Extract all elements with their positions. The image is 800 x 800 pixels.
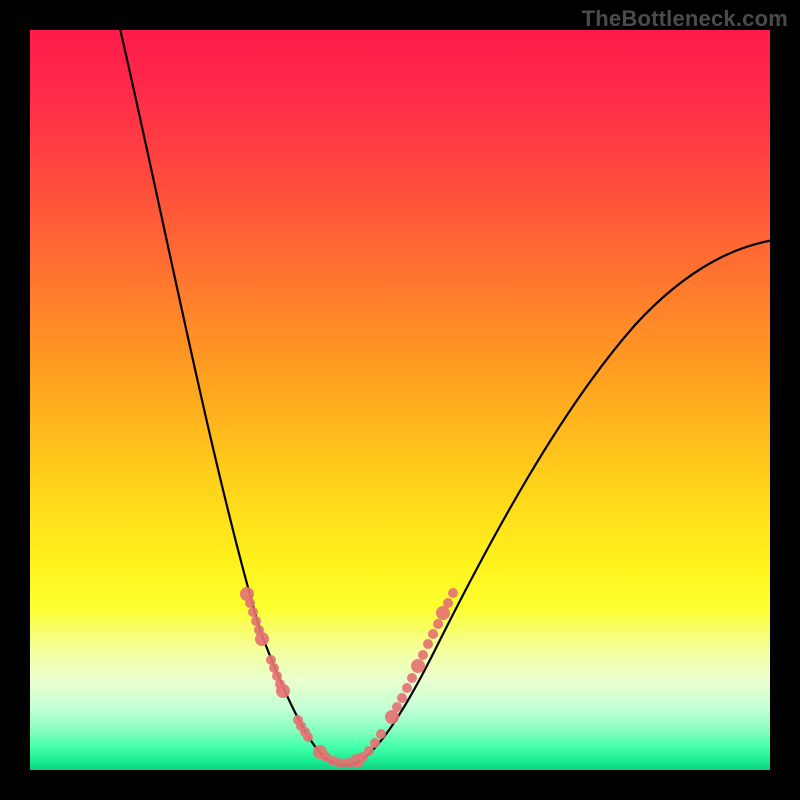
marker-dot <box>251 616 261 626</box>
marker-dot <box>248 607 258 617</box>
curve-layer <box>30 30 770 770</box>
marker-dot <box>428 629 438 639</box>
plot-area <box>30 30 770 770</box>
marker-dot <box>245 598 255 608</box>
marker-dot <box>423 639 433 649</box>
marker-dot <box>276 684 290 698</box>
marker-dot <box>255 632 269 646</box>
marker-dot <box>370 738 380 748</box>
marker-dot <box>418 650 428 660</box>
watermark-text: TheBottleneck.com <box>582 6 788 32</box>
marker-dot <box>397 693 407 703</box>
marker-dot <box>433 619 443 629</box>
marker-dot <box>402 683 412 693</box>
marker-dot <box>448 588 458 598</box>
marker-dot <box>385 710 399 724</box>
marker-dot <box>443 598 453 608</box>
marker-dot <box>436 606 450 620</box>
marker-dot <box>303 732 313 742</box>
marker-dot <box>364 746 374 756</box>
markers-left <box>240 587 353 768</box>
chart-stage: TheBottleneck.com <box>0 0 800 800</box>
marker-dot <box>376 729 386 739</box>
bottleneck-curve <box>118 30 770 765</box>
markers-right <box>350 588 458 768</box>
marker-dot <box>392 702 402 712</box>
marker-dot <box>407 673 417 683</box>
marker-dot <box>411 659 425 673</box>
